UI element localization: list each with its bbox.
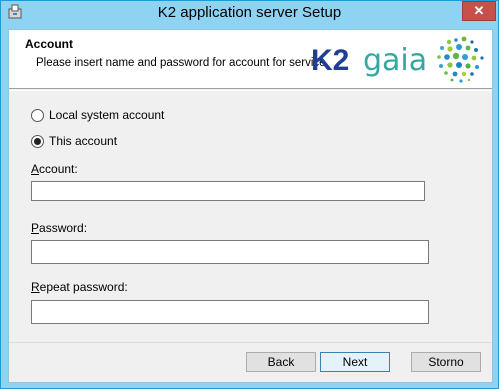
svg-text:K2: K2 [311, 44, 349, 77]
radio-button-selected-icon[interactable] [31, 134, 44, 148]
window-title: K2 application server Setup [157, 4, 342, 21]
close-button[interactable]: ✕ [462, 1, 496, 21]
password-input[interactable] [31, 240, 429, 264]
password-label: Password: [31, 221, 88, 235]
repeat-password-label: Repeat password: [31, 280, 128, 294]
page-subtitle: Please insert name and password for acco… [36, 57, 326, 69]
cancel-button[interactable]: Storno [411, 352, 481, 372]
radio-local-system-account[interactable]: Local system account [31, 108, 164, 122]
page-title: Account [25, 37, 73, 51]
globe-dots-icon [433, 32, 485, 84]
close-icon: ✕ [473, 3, 485, 18]
setup-window: K2 application server Setup ✕ Account Pl… [0, 0, 499, 389]
banner-separator [9, 90, 492, 91]
radio-this-account[interactable]: This account [31, 134, 117, 148]
radio-label: This account [49, 134, 118, 148]
title-bar[interactable]: K2 application server Setup ✕ [1, 1, 498, 25]
account-input[interactable] [31, 181, 425, 201]
footer-separator [9, 342, 492, 343]
repeat-password-input[interactable] [31, 300, 429, 324]
back-button[interactable]: Back [246, 352, 316, 372]
header-banner: Account Please insert name and password … [9, 30, 492, 89]
radio-button-icon[interactable] [31, 108, 44, 122]
dialog-client-area: Account Please insert name and password … [8, 29, 493, 383]
svg-text:gaia: gaia [363, 43, 427, 78]
k2-gaia-logo: K2 gaia [311, 32, 485, 84]
radio-label: Local system account [49, 108, 165, 122]
account-label: Account: [31, 162, 78, 176]
next-button[interactable]: Next [320, 352, 390, 372]
